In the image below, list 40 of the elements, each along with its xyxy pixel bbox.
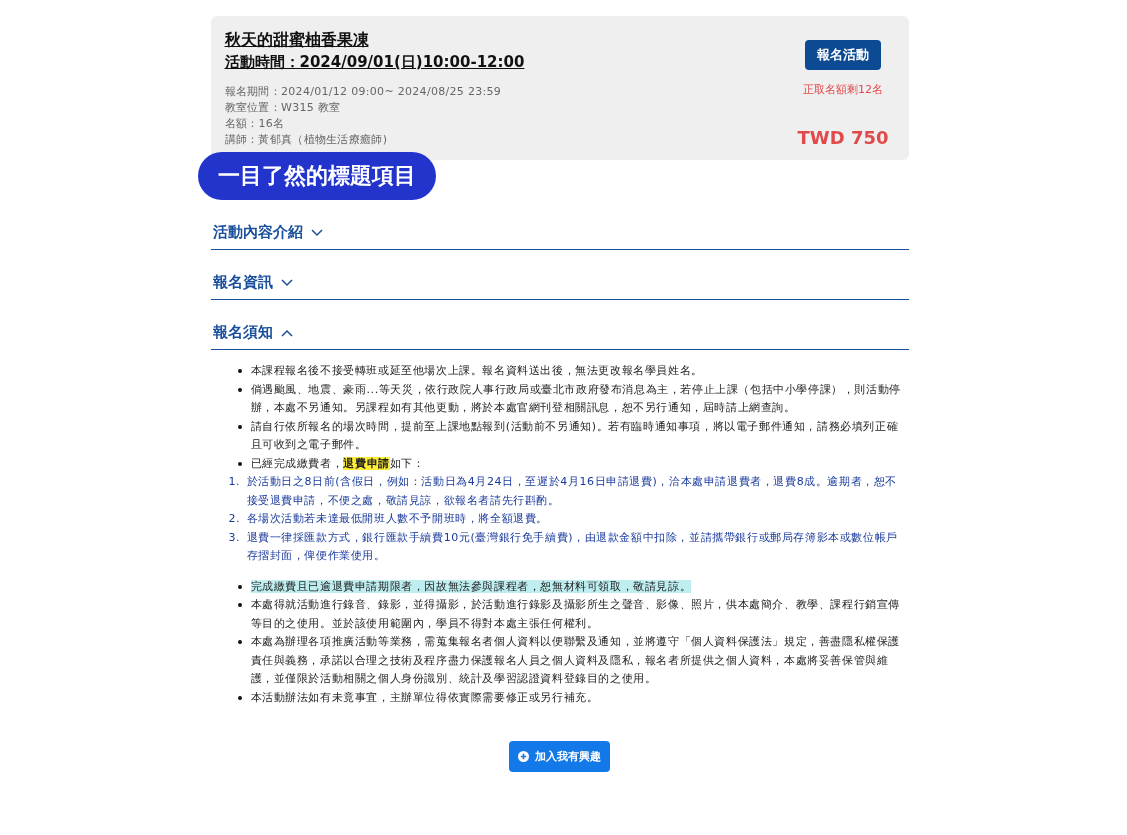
bullet-icon xyxy=(237,584,242,589)
course-detail: 講師：黃郁真（植物生活療癒師) xyxy=(224,132,389,148)
interest-button[interactable]: 加入我有興趣 xyxy=(509,741,610,772)
notice-text: 倘遇颱風、地震、豪雨...等天災，依行政院人事行政局或臺北市政府發布消息為主，若停止上課（包括中小學停課），則活動停辦，本處不另通知。另課程如有其他更動，將於本處官網刊登相關訊息，恕不另行通知，屆時請上網查詢。 xyxy=(250,381,902,416)
notice-text: 本處得就活動進行錄音、錄影，並得攝影，於活動進行錄影及攝影所生之聲音、影像、照片，供本處簡介、教學、課程行銷宣傳等目的之使用。並於該使用範圍內，學員不得對本處主張任何權利。 xyxy=(250,597,902,632)
bullet-icon xyxy=(237,695,242,700)
chevron-down-icon xyxy=(280,278,293,287)
accordion-header[interactable]: 報名資訊 xyxy=(210,263,909,300)
plus-circle-icon xyxy=(518,751,529,762)
accordion-header[interactable]: 報名須知 xyxy=(210,313,909,350)
register-button[interactable]: 報名活動 xyxy=(805,40,882,70)
course-time: 活動時間：2024/09/01(日)10:00-12:00 xyxy=(224,53,525,72)
course-detail: 教室位置：W315 教室 xyxy=(224,100,342,116)
notice-text: 本活動辦法如有未竟事宜，主辦單位得依實際需要修正或另行補充。 xyxy=(250,689,600,706)
chevron-up-icon xyxy=(280,328,293,337)
bullet-icon xyxy=(237,461,242,466)
bullet-icon xyxy=(237,387,242,392)
notice-text: 請自行依所報名的場次時間，提前至上課地點報到(活動前不另通知)。若有臨時通知事項，將以電子郵件通知，請務必填列正確且可收到之電子郵件。 xyxy=(250,418,900,453)
price-text: TWD 750 xyxy=(797,127,889,148)
notice-text: 已經完成繳費者，退費申請如下： xyxy=(250,455,426,472)
bullet-icon xyxy=(237,369,242,373)
notice-text: 本處為辦理各項推廣活動等業務，需蒐集報名者個人資料以便聯繫及通知，並將遵守「個人資料保護法」規定，善盡隱私權保護責任與義務，承諾以合理之技術及程序盡力保護報名人員之個人資料及隱私，報名者所提供之個人資料，本處將妥善保管與維護，並僅限於活動相關之個人身份識別、統計及學習認證資料登錄目的之使用。 xyxy=(250,634,902,687)
accordion-header[interactable]: 活動內容介紹 xyxy=(210,213,909,250)
bullet-icon xyxy=(237,603,242,607)
bullet-icon xyxy=(237,640,242,644)
notice-text: 各場次活動若未達最低開班人數不予開班時，將全額退費。 xyxy=(246,511,550,527)
quota-text: 正取名額剩12名 xyxy=(803,82,884,97)
title-badge: 一目了然的標題項目 xyxy=(197,152,436,200)
chevron-down-icon xyxy=(310,228,323,237)
list-number: 2. xyxy=(228,511,242,527)
course-detail: 報名期間：2024/01/12 09:00~ 2024/08/25 23:59 xyxy=(224,84,503,100)
notice-text: 於活動日之8日前(含假日，例如：活動日為4月24日，至遲於4月16日申請退費)，洽本處申請退費者，退費8成。逾期者，恕不接受退費申請，不便之處，敬請見諒，欲報名者請先行斟酌。 xyxy=(246,474,899,509)
course-title: 秋天的甜蜜柚香果凍 xyxy=(224,30,370,51)
course-detail: 名額：16名 xyxy=(224,116,286,132)
notice-text: 退費一律採匯款方式，銀行匯款手續費10元(臺灣銀行免手續費)，由退款金額中扣除，並請攜帶銀行或郵局存簿影本或數位帳戶存摺封面，俾便作業使用。 xyxy=(246,529,899,564)
list-number: 3. xyxy=(228,529,242,546)
notice-text: 本課程報名後不接受轉班或延至他場次上課。報名資料送出後，無法更改報名學員姓名。 xyxy=(250,363,704,379)
list-number: 1. xyxy=(228,474,242,490)
bullet-icon xyxy=(237,424,242,429)
notice-text: 完成繳費且已逾退費申請期限者，因故無法參與課程者，恕無材料可領取，敬請見諒。 xyxy=(250,578,693,595)
